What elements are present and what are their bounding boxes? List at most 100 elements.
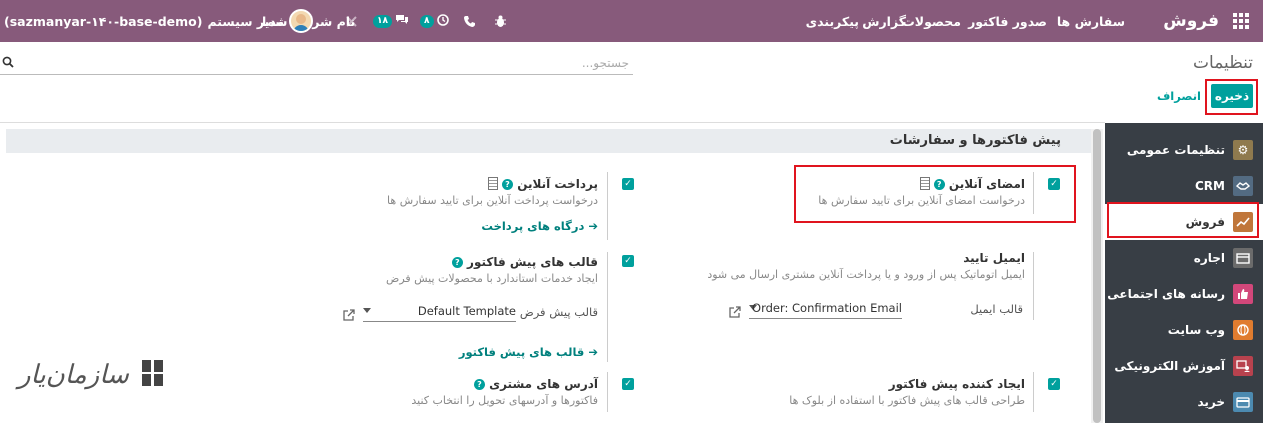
setting-description: فاکتورها و آدرسهای تحویل را انتخاب کنید: [411, 394, 598, 407]
avatar: [289, 9, 314, 33]
default-template-label: قالب پیش فرض: [519, 305, 598, 319]
divider: [607, 372, 608, 412]
messages-indicator[interactable]: ۱۸: [373, 0, 409, 42]
sidebar-item-website[interactable]: وب سایت: [1105, 312, 1263, 348]
customer-addresses-setting: آدرس های مشتری ? فاکتورها و آدرسهای تحوی…: [411, 377, 598, 407]
select-value: Default Template: [417, 304, 516, 318]
sidebar-item-rental[interactable]: اجاره: [1105, 240, 1263, 276]
help-icon[interactable]: ?: [473, 379, 485, 390]
payment-acquirers-link[interactable]: ➔ درگاه های پرداخت: [481, 219, 598, 233]
thumbs-up-icon: [1233, 284, 1253, 304]
divider: [0, 122, 1105, 123]
activities-indicator[interactable]: ۸: [420, 0, 449, 42]
setting-description: ایمیل اتوماتیک پس از ورود و یا پرداخت آن…: [707, 268, 1025, 281]
divider: [607, 252, 608, 362]
menu-invoicing[interactable]: صدور فاکتور: [968, 0, 1047, 42]
arrow-right-icon: ➔: [588, 219, 598, 233]
gear-icon: ⚙: [1233, 140, 1253, 160]
activities-count-badge: ۸: [420, 14, 434, 28]
setting-title: آدرس های مشتری: [489, 377, 598, 391]
setting-title: ایجاد کننده پیش فاکتور: [888, 377, 1025, 391]
menu-reporting[interactable]: گزارش: [862, 0, 906, 42]
user-name: مدیر سیستم: [207, 13, 285, 29]
handshake-icon: [1233, 176, 1253, 196]
quotation-builder-setting: ایجاد کننده پیش فاکتور طراحی قالب های پی…: [789, 377, 1025, 407]
sidebar-item-purchase[interactable]: خرید: [1105, 384, 1263, 420]
section-title: پیش فاکتورها و سفارشات: [889, 133, 1061, 148]
save-highlight-box: [1205, 79, 1258, 115]
menu-products[interactable]: محصولات: [902, 0, 961, 42]
settings-sidebar: تنظیمات عمومی ⚙ CRM فروش اجاره رسانه های…: [1105, 123, 1263, 423]
user-menu[interactable]: (sazmanyar-۱۴۰-base-demo) مدیر سیستم: [4, 0, 314, 42]
database-name: (sazmanyar-۱۴۰-base-demo): [4, 13, 203, 29]
email-template-select[interactable]: Order: Confirmation Email: [749, 299, 902, 319]
page-title: تنظیمات: [1193, 53, 1253, 73]
setting-description: ایجاد خدمات استاندارد با محصولات پیش فرض: [386, 272, 598, 285]
online-payment-setting: پرداخت آنلاین ? درخواست پرداخت آنلاین بر…: [387, 177, 598, 207]
discard-button[interactable]: انصراف: [1157, 89, 1201, 103]
brand-mark-icon: [142, 360, 163, 386]
watermark-text: سازمان‌یار: [18, 360, 129, 390]
external-link-icon[interactable]: [343, 309, 355, 321]
divider: [1033, 372, 1034, 412]
sidebar-item-label: رسانه های اجتماعی: [1107, 287, 1225, 301]
setting-description: درخواست پرداخت آنلاین برای تایید سفارش ه…: [387, 194, 598, 207]
quotation-templates-link[interactable]: ➔ قالب های پیش فاکتور: [459, 345, 598, 359]
chat-icon: [395, 14, 409, 29]
sidebar-item-crm[interactable]: CRM: [1105, 168, 1263, 204]
setting-title: پرداخت آنلاین: [517, 177, 598, 191]
chevron-down-icon: [363, 308, 371, 313]
divider: [607, 172, 608, 240]
quotation-builder-checkbox[interactable]: ✓: [1048, 378, 1060, 390]
elearning-icon: [1233, 356, 1253, 376]
calendar-icon: [1233, 248, 1253, 268]
scrollbar-thumb[interactable]: [1093, 129, 1101, 423]
confirmation-email-setting: ایمیل تایید ایمیل اتوماتیک پس از ورود و …: [707, 251, 1025, 281]
sidebar-item-label: آموزش الکترونیکی: [1114, 359, 1225, 373]
help-icon[interactable]: ?: [451, 257, 463, 268]
section-header: پیش فاکتورها و سفارشات: [6, 129, 1091, 153]
search-input[interactable]: [18, 53, 629, 73]
clock-icon: [436, 13, 449, 29]
setting-title: ایمیل تایید: [963, 251, 1025, 265]
setting-description: طراحی قالب های پیش فاکتور با استفاده از …: [789, 394, 1025, 407]
external-link-icon[interactable]: [729, 306, 741, 318]
credit-card-icon: [1233, 392, 1253, 412]
quotation-templates-setting: قالب های پیش فاکتور ? ایجاد خدمات استاند…: [386, 255, 598, 285]
sidebar-item-label: تنظیمات عمومی: [1126, 143, 1225, 157]
quotation-templates-checkbox[interactable]: ✓: [622, 255, 634, 267]
arrow-right-icon: ➔: [588, 345, 598, 359]
sidebar-item-general-settings[interactable]: تنظیمات عمومی ⚙: [1105, 132, 1263, 168]
select-value: Order: Confirmation Email: [752, 301, 902, 315]
sidebar-item-label: خرید: [1197, 395, 1225, 409]
scrollbar[interactable]: [1091, 129, 1103, 423]
online-payment-checkbox[interactable]: ✓: [622, 178, 634, 190]
sidebar-item-social-media[interactable]: رسانه های اجتماعی: [1105, 276, 1263, 312]
sidebar-item-label: اجاره: [1193, 251, 1225, 265]
bug-icon[interactable]: [494, 0, 507, 42]
watermark-logo: سازمان‌یار: [18, 352, 168, 402]
help-icon[interactable]: ?: [502, 179, 513, 190]
divider: [1033, 252, 1034, 320]
menu-orders[interactable]: سفارش ها: [1057, 0, 1125, 42]
phone-icon[interactable]: [464, 0, 475, 42]
sales-highlight-box: [1107, 202, 1259, 238]
messages-count-badge: ۱۸: [373, 14, 392, 28]
default-template-select[interactable]: Default Template: [363, 302, 516, 322]
email-template-label: قالب ایمیل: [970, 302, 1023, 316]
search-icon[interactable]: [2, 56, 14, 68]
customer-addresses-checkbox[interactable]: ✓: [622, 378, 634, 390]
sidebar-item-label: CRM: [1195, 179, 1225, 193]
company-building-icon: [487, 177, 498, 190]
apps-menu-icon[interactable]: [1233, 0, 1251, 42]
app-brand[interactable]: فروش: [1163, 0, 1219, 42]
menu-configuration[interactable]: پیکربندی: [806, 0, 859, 42]
sidebar-item-label: وب سایت: [1167, 323, 1225, 337]
top-navbar: فروش سفارش ها صدور فاکتور محصولات گزارش …: [0, 0, 1263, 42]
setting-title: قالب های پیش فاکتور: [467, 255, 598, 269]
link-label: درگاه های پرداخت: [481, 219, 585, 233]
search-bar: [0, 53, 633, 75]
link-label: قالب های پیش فاکتور: [458, 345, 585, 359]
globe-icon: [1233, 320, 1253, 340]
sidebar-item-elearning[interactable]: آموزش الکترونیکی: [1105, 348, 1263, 384]
